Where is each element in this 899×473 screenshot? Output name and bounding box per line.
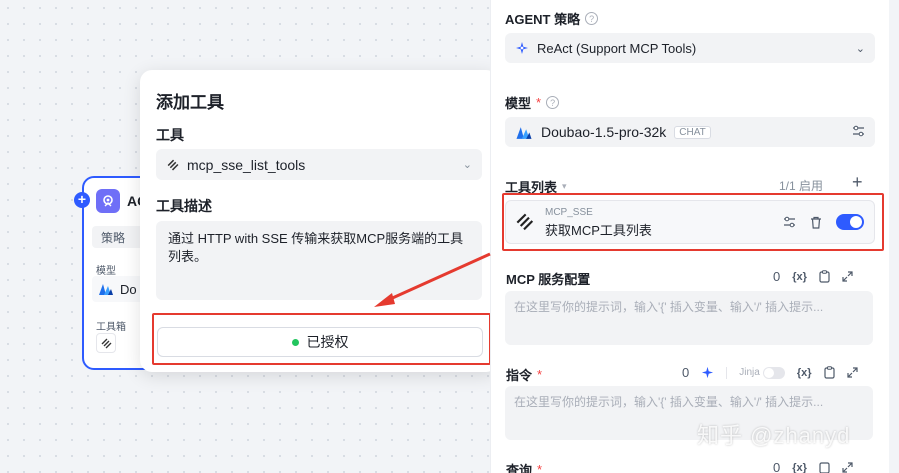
insert-variable-icon[interactable]: {x} xyxy=(792,271,807,283)
jinja-toggle-group: Jinja xyxy=(739,366,785,379)
model-type-badge: CHAT xyxy=(674,125,711,139)
scrollbar[interactable] xyxy=(889,0,899,473)
required-mark: * xyxy=(537,462,543,473)
strategy-label: AGENT 策略 ? xyxy=(505,9,599,28)
caret-down-icon[interactable]: ▾ xyxy=(562,181,567,192)
instruction-label-text: 指令 xyxy=(506,368,533,383)
copy-icon[interactable] xyxy=(819,270,830,283)
chevron-down-icon: ⌄ xyxy=(462,159,472,171)
mcp-config-count: 0 xyxy=(773,269,781,284)
agent-node-tools-label: 工具箱 xyxy=(96,322,126,333)
model-value: Doubao-1.5-pro-32k xyxy=(541,124,667,140)
agent-node-model-value: Do xyxy=(120,281,137,297)
agent-node-tool-mcp[interactable] xyxy=(96,333,116,353)
tool-label: 工具 xyxy=(156,127,184,143)
help-icon[interactable]: ? xyxy=(546,96,560,109)
tool-description-label: 工具描述 xyxy=(156,198,212,214)
ai-sparkle-icon[interactable] xyxy=(701,366,714,379)
help-icon[interactable]: ? xyxy=(585,12,599,25)
strategy-value: ReAct (Support MCP Tools) xyxy=(537,40,697,56)
mcp-icon xyxy=(166,158,179,171)
mcp-config-label: MCP 服务配置 xyxy=(506,272,591,287)
watermark: 知乎 @zhanyd xyxy=(697,423,851,448)
add-tool-icon[interactable]: + xyxy=(852,172,863,193)
agent-node-model-label: 模型 xyxy=(96,266,116,277)
tool-description: 通过 HTTP with SSE 传输来获取MCP服务端的工具列表。 xyxy=(156,221,482,300)
mcp-config-input[interactable]: 在这里写你的提示词，输入'{' 插入变量、输入'/' 插入提示... xyxy=(505,291,873,345)
strategy-label-text: AGENT 策略 xyxy=(505,12,581,27)
agent-icon xyxy=(96,189,120,213)
insert-variable-icon[interactable]: {x} xyxy=(792,462,807,473)
required-mark: * xyxy=(537,367,543,382)
expand-icon[interactable] xyxy=(842,462,853,473)
highlight-box-auth xyxy=(152,313,491,365)
sparkle-icon xyxy=(515,41,529,55)
instruction-count: 0 xyxy=(682,365,690,380)
jinja-toggle[interactable] xyxy=(762,366,785,379)
insert-variable-icon[interactable]: {x} xyxy=(797,367,812,379)
highlight-box-tool xyxy=(502,193,884,251)
expand-icon[interactable] xyxy=(846,367,858,378)
required-mark: * xyxy=(536,95,542,110)
copy-icon[interactable] xyxy=(823,366,835,379)
copy-icon[interactable] xyxy=(819,461,830,473)
mcp-icon xyxy=(101,338,112,349)
strategy-select[interactable]: ReAct (Support MCP Tools) ⌄ xyxy=(505,33,875,63)
popup-title: 添加工具 xyxy=(156,93,224,112)
tools-enabled-count: 1/1 启用 xyxy=(779,179,824,193)
divider xyxy=(726,366,728,379)
model-label: 模型 * ? xyxy=(505,93,560,112)
expand-icon[interactable] xyxy=(842,271,853,282)
chevron-down-icon: ⌄ xyxy=(855,42,865,55)
doubao-icon xyxy=(515,125,533,140)
tool-select[interactable]: mcp_sse_list_tools ⌄ xyxy=(156,149,482,180)
model-label-text: 模型 xyxy=(505,96,532,111)
query-count: 0 xyxy=(773,460,781,473)
tool-select-value: mcp_sse_list_tools xyxy=(187,156,306,173)
doubao-icon xyxy=(98,282,114,296)
add-node-button[interactable]: + xyxy=(74,192,90,208)
query-label: 查询 * xyxy=(506,460,542,473)
model-select[interactable]: Doubao-1.5-pro-32k CHAT xyxy=(505,117,875,147)
settings-sliders-icon[interactable] xyxy=(852,125,865,140)
jinja-label: Jinja xyxy=(739,367,760,378)
query-label-text: 查询 xyxy=(506,463,533,473)
instruction-label: 指令 * xyxy=(506,365,542,384)
